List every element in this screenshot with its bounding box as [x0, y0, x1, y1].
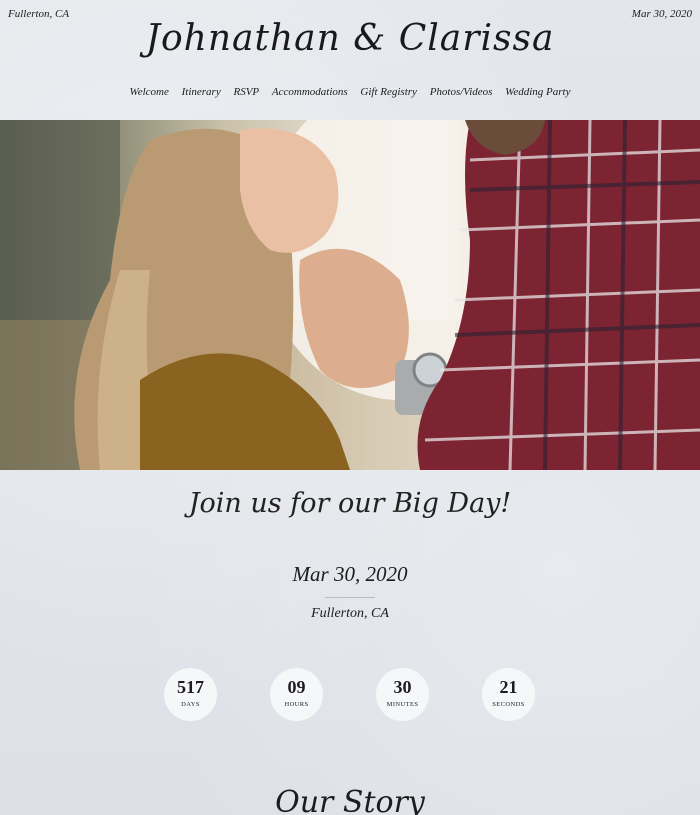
countdown-minutes: 30 MINUTES	[376, 668, 429, 721]
nav-itinerary[interactable]: Itinerary	[182, 86, 221, 98]
countdown-seconds: 21 SECONDS	[482, 668, 535, 721]
countdown-minutes-label: MINUTES	[386, 701, 419, 708]
countdown-seconds-value: 21	[499, 677, 518, 697]
tagline: Join us for our Big Day!	[188, 488, 512, 519]
countdown-hours-label: HOURS	[284, 701, 309, 708]
countdown-days: 517 DAYS	[164, 668, 217, 721]
main-nav: Welcome Itinerary RSVP Accommodations Gi…	[0, 86, 700, 98]
countdown-seconds-label: SECONDS	[492, 701, 525, 708]
nav-accommodations[interactable]: Accommodations	[272, 86, 348, 98]
divider	[325, 597, 375, 598]
countdown-days-label: DAYS	[181, 701, 200, 708]
nav-photos-videos[interactable]: Photos/Videos	[430, 86, 493, 98]
countdown-minutes-value: 30	[393, 677, 412, 697]
event-date: Mar 30, 2020	[292, 562, 408, 586]
nav-welcome[interactable]: Welcome	[130, 86, 169, 98]
our-story-heading: Our Story	[275, 785, 425, 815]
countdown-hours: 09 HOURS	[270, 668, 323, 721]
nav-wedding-party[interactable]: Wedding Party	[505, 86, 570, 98]
countdown-hours-value: 09	[287, 677, 306, 697]
countdown-days-value: 517	[177, 677, 204, 697]
couple-names-title[interactable]: Johnathan & Clarissa	[0, 18, 700, 59]
countdown: 517 DAYS 09 HOURS 30 MINUTES 21 SECONDS	[0, 668, 700, 722]
nav-rsvp[interactable]: RSVP	[233, 86, 259, 98]
hero-illustration	[0, 120, 700, 470]
nav-gift-registry[interactable]: Gift Registry	[360, 86, 417, 98]
hero-photo	[0, 120, 700, 470]
event-location: Fullerton, CA	[311, 606, 389, 621]
